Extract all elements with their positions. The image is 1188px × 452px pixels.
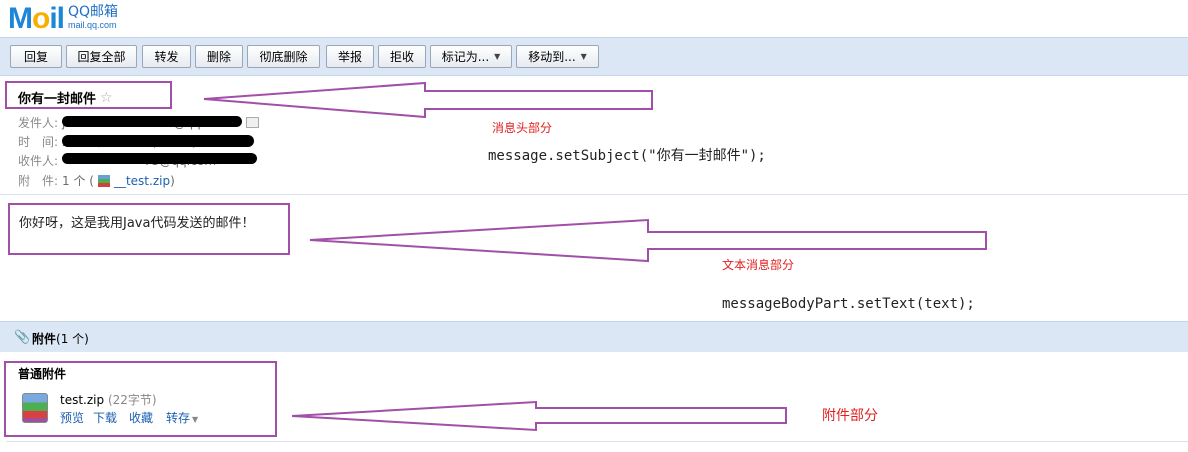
attachment-arrow <box>291 400 787 432</box>
attachment-part-label: 附件部分 <box>822 408 878 424</box>
annotation-arrows <box>203 81 987 432</box>
body-arrow <box>309 218 987 263</box>
header-arrow <box>203 81 653 119</box>
body-part-label: 文本消息部分 <box>722 258 795 272</box>
header-code-snippet: message.setSubject("你有一封邮件"); <box>488 148 766 164</box>
header-part-label: 消息头部分 <box>492 121 553 135</box>
body-code-snippet: messageBodyPart.setText(text); <box>722 296 975 312</box>
